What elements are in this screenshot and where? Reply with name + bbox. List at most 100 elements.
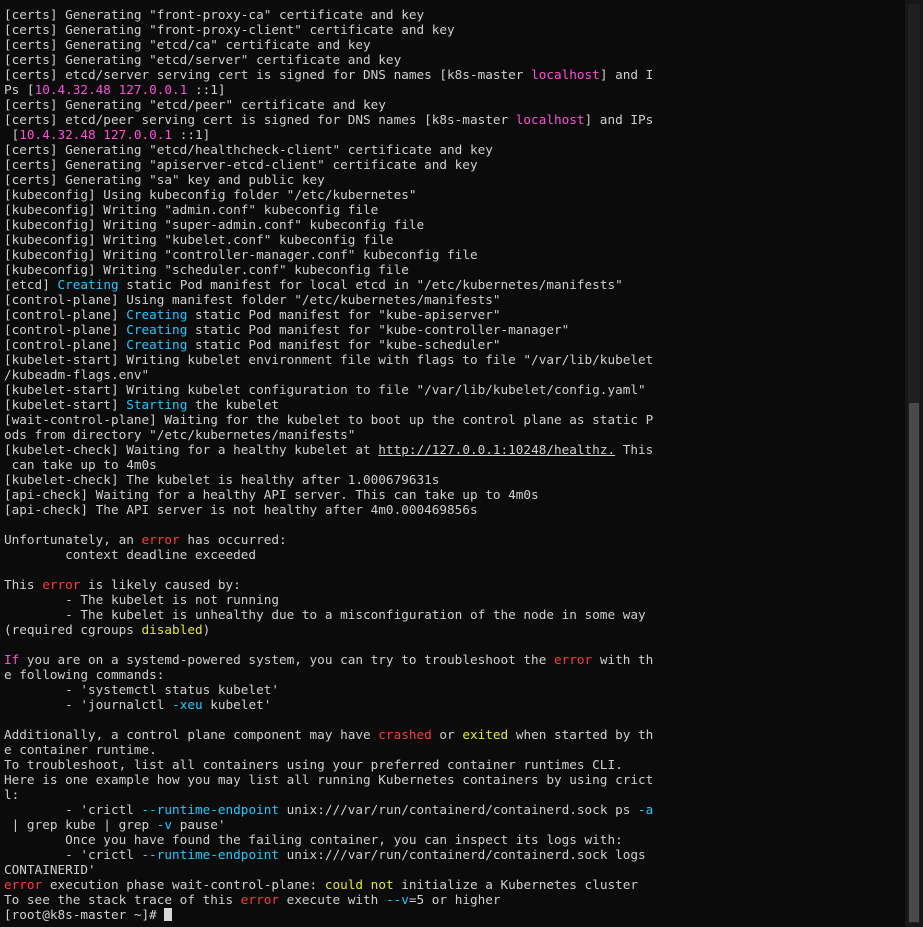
terminal-text: [certs] Generating "front-proxy-client" … (4, 22, 455, 37)
terminal-text: Here is one example how you may list all… (4, 772, 654, 787)
terminal-line: [control-plane] Using manifest folder "/… (4, 292, 904, 307)
terminal-line: [certs] Generating "front-proxy-client" … (4, 22, 904, 37)
terminal-line: context deadline exceeded (4, 547, 904, 562)
terminal-window[interactable]: [certs] Generating "front-proxy-ca" cert… (0, 0, 905, 927)
terminal-text: Starting (126, 397, 188, 412)
terminal-line: This error is likely caused by: (4, 577, 904, 592)
terminal-text: execution phase wait-control-plane: (42, 877, 325, 892)
terminal-link[interactable]: http://127.0.0.1:10248/healthz. (378, 442, 615, 457)
terminal-text: initialize a Kubernetes cluster (393, 877, 639, 892)
terminal-line: [certs] Generating "etcd/server" certifi… (4, 52, 904, 67)
terminal-text: can take up to 4m0s (4, 457, 157, 472)
terminal-text: [certs] Generating "front-proxy-ca" cert… (4, 7, 425, 22)
terminal-text: when started by th (508, 727, 654, 742)
terminal-line: To see the stack trace of this error exe… (4, 892, 904, 907)
terminal-text: ] and IPs (584, 112, 654, 127)
terminal-text: [kubeconfig] Writing "controller-manager… (4, 247, 478, 262)
terminal-text: [kubeconfig] Writing "admin.conf" kubeco… (4, 202, 379, 217)
terminal-text: - 'crictl (4, 802, 142, 817)
terminal-line: [control-plane] Creating static Pod mani… (4, 322, 904, 337)
terminal-text: If (4, 652, 20, 667)
terminal-text: [certs] Generating "apiserver-etcd-clien… (4, 157, 478, 172)
terminal-text: | grep kube | grep (4, 817, 157, 832)
terminal-text: Creating (57, 277, 119, 292)
terminal-line: [certs] Generating "sa" key and public k… (4, 172, 904, 187)
terminal-text: Unfortunately, an (4, 532, 142, 547)
terminal-text: [api-check] The API server is not health… (4, 502, 478, 517)
terminal-text: localhost (515, 112, 585, 127)
terminal-line: [control-plane] Creating static Pod mani… (4, 307, 904, 322)
terminal-text: could not (324, 877, 394, 892)
terminal-line: To troubleshoot, list all containers usi… (4, 757, 904, 772)
terminal-text: pause' (172, 817, 226, 832)
terminal-text: -a (638, 802, 654, 817)
terminal-line: - The kubelet is not running (4, 592, 904, 607)
terminal-text: Creating (126, 322, 188, 337)
terminal-line: Once you have found the failing containe… (4, 832, 904, 847)
prompt-line[interactable]: [root@k8s-master ~]# (4, 907, 904, 922)
terminal-text: 10.4.32.48 127.0.0.1 (19, 127, 173, 142)
terminal-text: Ps [ (4, 82, 35, 97)
terminal-line: /kubeadm-flags.env" (4, 367, 904, 382)
terminal-text: is likely caused by: (80, 577, 241, 592)
terminal-text: static Pod manifest for "kube-apiserver" (187, 307, 501, 322)
terminal-text: - 'journalctl (4, 697, 173, 712)
terminal-text: [certs] Generating "etcd/peer" certifica… (4, 97, 386, 112)
terminal-line: [certs] Generating "etcd/ca" certificate… (4, 37, 904, 52)
terminal-line: e container runtime. (4, 742, 904, 757)
terminal-text: [kubeconfig] Using kubeconfig folder "/e… (4, 187, 417, 202)
terminal-text: - 'systemctl status kubelet' (4, 682, 279, 697)
terminal-text: Creating (126, 307, 188, 322)
terminal-line: [kubelet-start] Writing kubelet configur… (4, 382, 904, 397)
terminal-line: [etcd] Creating static Pod manifest for … (4, 277, 904, 292)
terminal-line: [kubeconfig] Writing "kubelet.conf" kube… (4, 232, 904, 247)
terminal-line: [certs] Generating "etcd/peer" certifica… (4, 97, 904, 112)
terminal-text: This (4, 577, 43, 592)
terminal-text: with th (592, 652, 654, 667)
terminal-text: =5 or higher (408, 892, 501, 907)
terminal-text: This (615, 442, 654, 457)
terminal-scrollbar[interactable] (905, 0, 923, 927)
terminal-text: [etcd] (4, 277, 58, 292)
terminal-text: (required cgroups (4, 622, 142, 637)
terminal-line: [10.4.32.48 127.0.0.1 ::1] (4, 127, 904, 142)
terminal-text: [api-check] Waiting for a healthy API se… (4, 487, 539, 502)
terminal-text: /kubeadm-flags.env" (4, 367, 150, 382)
terminal-text: e container runtime. (4, 742, 157, 757)
terminal-text: - The kubelet is not running (4, 592, 279, 607)
terminal-text: [kubelet-start] Writing kubelet configur… (4, 382, 646, 397)
terminal-line: | grep kube | grep -v pause' (4, 817, 904, 832)
terminal-text: -xeu (172, 697, 203, 712)
terminal-text: Once you have found the failing containe… (4, 832, 623, 847)
terminal-line: [certs] Generating "etcd/healthcheck-cli… (4, 142, 904, 157)
terminal-text: ods from directory "/etc/kubernetes/mani… (4, 427, 356, 442)
terminal-line: [wait-control-plane] Waiting for the kub… (4, 412, 904, 427)
terminal-line: e following commands: (4, 667, 904, 682)
terminal-line: can take up to 4m0s (4, 457, 904, 472)
terminal-line: [certs] Generating "apiserver-etcd-clien… (4, 157, 904, 172)
terminal-text: exited (462, 727, 509, 742)
terminal-text: --runtime-endpoint (141, 802, 280, 817)
terminal-text: static Pod manifest for "kube-controller… (187, 322, 570, 337)
scrollbar-thumb[interactable] (909, 403, 919, 922)
terminal-text: error (4, 877, 43, 892)
terminal-text: e following commands: (4, 667, 165, 682)
terminal-text: l: (4, 787, 20, 802)
terminal-text: To troubleshoot, list all containers usi… (4, 757, 623, 772)
terminal-text: - The kubelet is unhealthy due to a misc… (4, 607, 646, 622)
terminal-line: [kubeconfig] Writing "controller-manager… (4, 247, 904, 262)
terminal-line: [kubeconfig] Using kubeconfig folder "/e… (4, 187, 904, 202)
terminal-text: Additionally, a control plane component … (4, 727, 379, 742)
terminal-text: --v (385, 892, 409, 907)
terminal-text: [certs] Generating "sa" key and public k… (4, 172, 325, 187)
terminal-text: [certs] Generating "etcd/healthcheck-cli… (4, 142, 493, 157)
terminal-line: [certs] etcd/peer serving cert is signed… (4, 112, 904, 127)
terminal-line: Ps [10.4.32.48 127.0.0.1 ::1] (4, 82, 904, 97)
terminal-line: [kubelet-start] Writing kubelet environm… (4, 352, 904, 367)
terminal-line: [kubeconfig] Writing "super-admin.conf" … (4, 217, 904, 232)
terminal-line: [kubelet-start] Starting the kubelet (4, 397, 904, 412)
